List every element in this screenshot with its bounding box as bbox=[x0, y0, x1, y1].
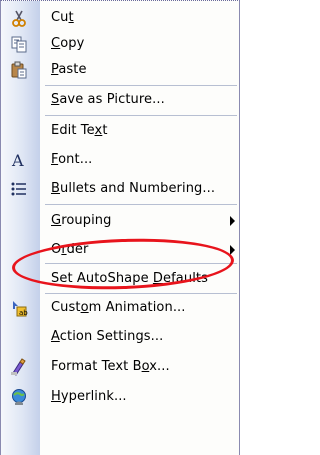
menu-separator bbox=[45, 115, 237, 116]
submenu-arrow-icon bbox=[230, 245, 235, 255]
menu-item-label: Save as Picture... bbox=[51, 92, 165, 107]
menu-item-label: Format Text Box... bbox=[51, 359, 170, 374]
menu-item-set-autoshape-defaults[interactable]: Set AutoShape Defaults bbox=[1, 266, 239, 292]
custom-animation-icon: ab bbox=[9, 299, 29, 317]
menu-item-label: Set AutoShape Defaults bbox=[51, 271, 208, 286]
menu-item-label: Paste bbox=[51, 62, 87, 77]
font-icon: A bbox=[9, 151, 29, 169]
menu-item-save-as-picture[interactable]: Save as Picture... bbox=[1, 87, 239, 113]
menu-item-label: Copy bbox=[51, 36, 85, 51]
menu-item-label: Cut bbox=[51, 10, 74, 25]
submenu-arrow-icon bbox=[230, 216, 235, 226]
menu-item-edit-text[interactable]: Edit Text bbox=[1, 118, 239, 144]
menu-separator bbox=[45, 263, 237, 264]
menu-item-paste[interactable]: Paste bbox=[1, 57, 239, 83]
menu-item-font[interactable]: A Font... bbox=[1, 147, 239, 173]
menu-item-label: Custom Animation... bbox=[51, 300, 186, 315]
menu-separator bbox=[45, 85, 237, 86]
menu-item-action-settings[interactable]: Action Settings... bbox=[1, 324, 239, 350]
menu-item-label: Order bbox=[51, 242, 89, 257]
menu-item-hyperlink[interactable]: Hyperlink... bbox=[1, 384, 239, 410]
menu-separator bbox=[45, 293, 237, 294]
menu-item-copy[interactable]: Copy bbox=[1, 31, 239, 57]
menu-separator bbox=[45, 204, 237, 205]
menu-item-label: Grouping bbox=[51, 213, 112, 228]
menu-item-custom-animation[interactable]: ab Custom Animation... bbox=[1, 295, 239, 321]
context-menu: Cut Copy Paste Save as Picture... Edit T… bbox=[0, 0, 240, 455]
menu-item-grouping[interactable]: Grouping bbox=[1, 208, 239, 234]
copy-icon bbox=[9, 35, 29, 53]
menu-item-label: Font... bbox=[51, 152, 93, 167]
paste-icon bbox=[9, 61, 29, 79]
menu-item-label: Bullets and Numbering... bbox=[51, 181, 216, 196]
menu-item-format-text-box[interactable]: Format Text Box... bbox=[1, 354, 239, 380]
menu-item-order[interactable]: Order bbox=[1, 237, 239, 263]
svg-text:A: A bbox=[11, 151, 24, 169]
menu-item-bullets-and-numbering[interactable]: Bullets and Numbering... bbox=[1, 176, 239, 202]
menu-item-label: Hyperlink... bbox=[51, 389, 127, 404]
scissors-icon bbox=[9, 9, 29, 27]
format-text-box-icon bbox=[9, 358, 29, 376]
menu-item-label: Edit Text bbox=[51, 123, 108, 138]
hyperlink-icon bbox=[9, 388, 29, 406]
bullets-icon bbox=[9, 180, 29, 198]
svg-text:ab: ab bbox=[19, 309, 28, 317]
menu-item-label: Action Settings... bbox=[51, 329, 164, 344]
menu-item-cut[interactable]: Cut bbox=[1, 5, 239, 31]
